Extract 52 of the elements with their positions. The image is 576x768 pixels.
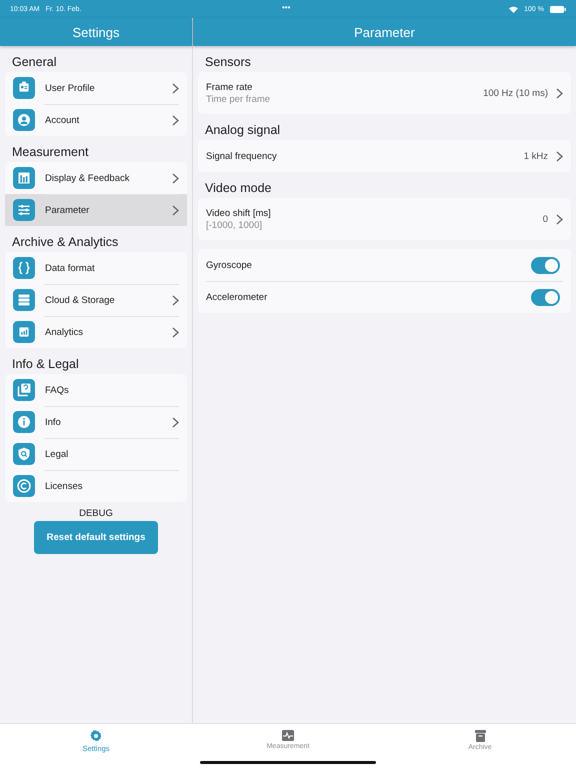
menu-row[interactable]: Legal xyxy=(5,438,187,470)
toggle-switch[interactable] xyxy=(531,288,560,306)
menu-row[interactable]: Data format xyxy=(5,252,187,284)
battery-icon xyxy=(550,6,566,12)
section-heading: Info & Legal xyxy=(11,356,80,373)
row-value[interactable]: 100 Hz (10 ms) xyxy=(483,88,548,98)
toggle-switch[interactable] xyxy=(531,256,560,274)
chevron-icon xyxy=(556,214,563,224)
section-heading: Analog signal xyxy=(204,122,282,139)
row-value[interactable]: 1 kHz xyxy=(524,150,548,162)
row-subtitle: Time per frame xyxy=(206,94,272,104)
section-heading: Archive & Analytics xyxy=(11,234,120,251)
menu-row[interactable]: Info xyxy=(5,406,187,438)
row-label: Signal frequency xyxy=(206,150,278,162)
question-icon xyxy=(13,379,35,401)
menu-row[interactable]: Licenses xyxy=(5,470,187,502)
settings-icon xyxy=(90,730,102,742)
row-label: Video shift [ms] xyxy=(206,208,272,218)
chevron-icon xyxy=(556,150,563,162)
menu-row[interactable]: Display & Feedback xyxy=(5,162,187,194)
shield-icon xyxy=(13,443,35,465)
row-label: Gyroscope xyxy=(206,260,253,270)
person-icon xyxy=(13,109,35,131)
badge-icon xyxy=(13,77,35,99)
storage-icon xyxy=(13,289,35,311)
menu-row[interactable]: Account xyxy=(5,104,187,136)
menu-row[interactable]: User Profile xyxy=(5,72,187,104)
section-heading: Video mode xyxy=(204,180,272,197)
section-heading: General xyxy=(11,54,58,71)
row-subtitle: [-1000, 1000] xyxy=(206,220,263,230)
row-label: Frame rate xyxy=(206,82,254,92)
bar-chart-icon xyxy=(13,167,35,189)
menu-row[interactable]: Analytics xyxy=(5,316,187,348)
copyright-icon xyxy=(13,475,35,497)
debug-label: DEBUG xyxy=(78,508,114,519)
menu-row[interactable]: FAQs xyxy=(5,374,187,406)
info-icon xyxy=(13,411,35,433)
archive-box-icon xyxy=(474,730,486,742)
section-heading: Sensors xyxy=(204,54,252,71)
braces-icon xyxy=(13,257,35,279)
menu-row[interactable]: Cloud & Storage xyxy=(5,284,187,316)
waveform-box-icon xyxy=(282,730,294,741)
section-heading: Measurement xyxy=(11,144,90,161)
row-label: Accelerometer xyxy=(206,292,268,302)
row-value[interactable]: 0 xyxy=(542,214,548,224)
detail-title: Parameter xyxy=(193,18,576,46)
wifi-icon xyxy=(509,6,518,12)
chevron-icon xyxy=(556,88,563,98)
chart-icon xyxy=(13,321,35,343)
menu-row[interactable]: Parameter xyxy=(5,194,187,226)
sidebar-title: Settings xyxy=(0,18,192,46)
sliders-icon xyxy=(13,199,35,221)
